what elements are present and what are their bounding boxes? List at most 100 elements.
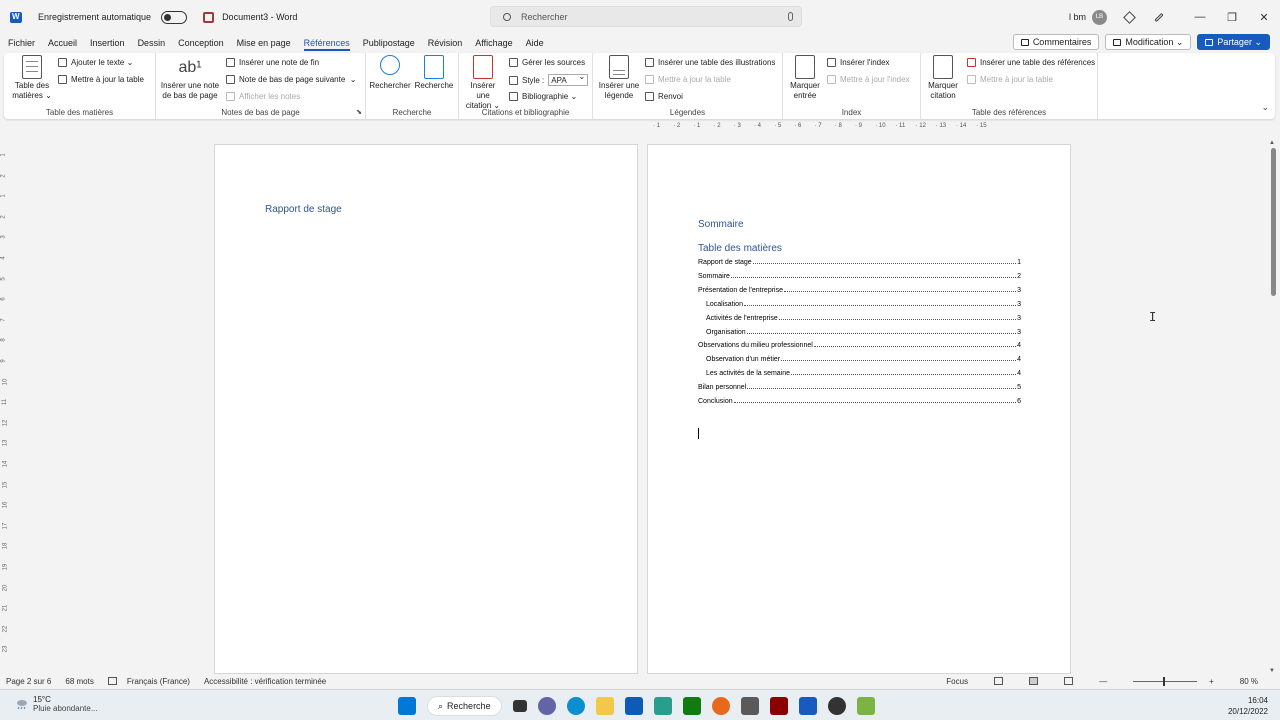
toc-entry[interactable]: Les activités de la semaine 4 (706, 367, 1021, 377)
tab-fichier[interactable]: Fichier (8, 36, 35, 50)
toc-entry[interactable]: Localisation 3 (706, 298, 1021, 308)
weather-widget[interactable]: 15°C Pluie abondante... (33, 695, 98, 713)
mark-citation-button[interactable]: Marquer citation (923, 55, 963, 101)
page-count[interactable]: Page 2 sur 6 (6, 677, 51, 686)
toc-entry[interactable]: Conclusion 6 (698, 395, 1021, 405)
scrollbar-thumb[interactable] (1271, 148, 1276, 296)
search-box[interactable]: Rechercher (490, 6, 802, 27)
toc-entry[interactable]: Rapport de stage 1 (698, 256, 1021, 266)
file-explorer-icon[interactable] (595, 697, 614, 715)
word-count[interactable]: 68 mots (65, 677, 93, 686)
insert-index-button[interactable]: Insérer l'index (827, 58, 890, 67)
zoom-in-button[interactable]: + (1209, 677, 1214, 686)
close-button[interactable]: ✕ (1248, 11, 1280, 24)
xbox-icon[interactable] (682, 697, 701, 715)
tab-conception[interactable]: Conception (178, 36, 224, 50)
tab-aide[interactable]: Aide (526, 36, 544, 50)
autosave-toggle[interactable] (161, 10, 188, 24)
language-status[interactable]: Français (France) (127, 677, 190, 686)
toc-entry[interactable]: Organisation 3 (706, 326, 1021, 336)
tab-references[interactable]: Références (303, 36, 350, 51)
update-figures-table-button[interactable]: Mettre à jour la table (645, 75, 731, 84)
page-1[interactable]: Rapport de stage (214, 144, 638, 674)
style-selector[interactable]: Style : APA (509, 72, 589, 86)
edge-browser-icon[interactable] (566, 697, 585, 715)
teams-chat-icon[interactable] (537, 697, 556, 715)
toc-entry[interactable]: Bilan personnel 5 (698, 381, 1021, 391)
toc-leader-dots (746, 332, 1017, 334)
pen-icon[interactable] (1154, 12, 1164, 22)
insert-endnote-button[interactable]: Insérer une note de fin (226, 58, 319, 67)
taskbar-search[interactable]: ⌕ Recherche (427, 696, 502, 716)
update-toc-button[interactable]: Mettre à jour la table (58, 75, 144, 84)
word-taskbar-icon[interactable] (798, 697, 817, 715)
proofing-book-icon[interactable] (107, 677, 117, 685)
update-index-button[interactable]: Mettre à jour l'index (827, 75, 910, 84)
insert-citation-button[interactable]: Insérer une citation ⌄ (463, 55, 503, 111)
media-player-icon[interactable] (827, 697, 846, 715)
dialog-launcher-icon[interactable]: ⬊ (356, 108, 362, 116)
add-text-button[interactable]: Ajouter le texte ⌄ (58, 58, 133, 67)
notepad-icon[interactable] (856, 697, 875, 715)
toc-entry[interactable]: Observations du milieu professionnel 4 (698, 339, 1021, 349)
manage-sources-button[interactable]: Gérer les sources (509, 58, 585, 67)
page-2[interactable]: Sommaire Table des matières Rapport de s… (647, 144, 1071, 674)
style-dropdown[interactable]: APA (548, 72, 589, 86)
search-button[interactable]: Rechercher (368, 55, 412, 91)
start-windows-icon[interactable] (398, 697, 416, 715)
zoom-slider[interactable] (1133, 676, 1198, 686)
task-view-icon[interactable] (512, 700, 527, 712)
access-icon[interactable] (769, 697, 788, 715)
cross-reference-button[interactable]: Renvoi (645, 92, 683, 101)
tab-insertion[interactable]: Insertion (90, 36, 125, 50)
tab-dessin[interactable]: Dessin (138, 36, 166, 50)
tab-revision[interactable]: Révision (428, 36, 463, 50)
settings-gear-icon[interactable] (653, 697, 672, 715)
focus-button[interactable]: Focus (946, 677, 968, 686)
calculator-icon[interactable] (740, 697, 759, 715)
print-layout-icon[interactable] (1029, 677, 1039, 685)
scroll-up-arrow-icon[interactable]: ▲ (1269, 140, 1275, 146)
researcher-button[interactable]: Recherche (412, 55, 456, 91)
zoom-out-button[interactable]: — (1099, 677, 1107, 686)
toc-button[interactable]: Table des matières ⌄ (12, 55, 52, 101)
accessibility-status[interactable]: Accessibilité : vérification terminée (204, 677, 326, 686)
avatar[interactable]: LB (1092, 9, 1107, 25)
share-button[interactable]: Partager ⌄ (1197, 34, 1270, 50)
update-authorities-button[interactable]: Mettre à jour la table (967, 75, 1053, 84)
collapse-ribbon-chevron-icon[interactable]: ⌄ (1261, 102, 1269, 113)
premium-diamond-icon[interactable] (1123, 10, 1136, 24)
vertical-scrollbar[interactable]: ▲ ▼ (1268, 140, 1278, 674)
toc-title: Table des matières (698, 243, 782, 254)
bibliography-button[interactable]: Bibliographie ⌄ (509, 92, 577, 101)
save-icon[interactable] (203, 11, 215, 23)
next-footnote-button[interactable]: Note de bas de page suivante ⌄ (226, 75, 356, 84)
tab-accueil[interactable]: Accueil (48, 36, 77, 50)
show-notes-button[interactable]: Afficher les notes (226, 92, 300, 101)
system-clock[interactable]: 16:04 20/12/2022 (1228, 695, 1268, 717)
horizontal-ruler[interactable]: · 1 · 2 · 1 · 2 · 3 · 4 · 5 · 6 · 7 · 8 · 9 · 10 · 1… (647, 121, 1070, 131)
read-mode-icon[interactable] (994, 677, 1004, 685)
zoom-level[interactable]: 80 % (1240, 677, 1258, 686)
insert-table-figures-button[interactable]: Insérer une table des illustrations (645, 58, 775, 67)
modification-button[interactable]: Modification ⌄ (1105, 34, 1192, 50)
mark-entry-button[interactable]: Marquer entrée (785, 55, 825, 101)
web-layout-icon[interactable] (1064, 677, 1074, 685)
tab-publipostage[interactable]: Publipostage (363, 36, 415, 50)
mail-icon[interactable] (624, 697, 643, 715)
insert-footnote-button[interactable]: ab¹ Insérer une note de bas de page (160, 55, 220, 101)
restore-button[interactable]: ❐ (1216, 11, 1248, 24)
toc-entry[interactable]: Activités de l'entreprise 3 (706, 312, 1021, 322)
microphone-icon[interactable] (788, 12, 793, 21)
tab-mise-en-page[interactable]: Mise en page (237, 36, 291, 50)
toc-entry[interactable]: Sommaire 2 (698, 270, 1021, 280)
insert-authorities-button[interactable]: Insérer une table des références (967, 58, 1095, 67)
firefox-icon[interactable] (711, 697, 730, 715)
toc-entry[interactable]: Observation d'un métier 4 (706, 353, 1021, 363)
toc-entry[interactable]: Présentation de l'entreprise 3 (698, 284, 1021, 294)
insert-caption-button[interactable]: Insérer une légende (597, 55, 641, 101)
comments-button[interactable]: Commentaires (1012, 34, 1100, 50)
tab-affichage[interactable]: Affichage (475, 36, 512, 50)
vertical-ruler[interactable]: 1 2 1 2 3 4 5 6 7 8 9 10 11 12 13 14 15 16 17 18 19 20 21 22 23 (0, 140, 14, 670)
minimize-button[interactable]: — (1184, 11, 1216, 23)
